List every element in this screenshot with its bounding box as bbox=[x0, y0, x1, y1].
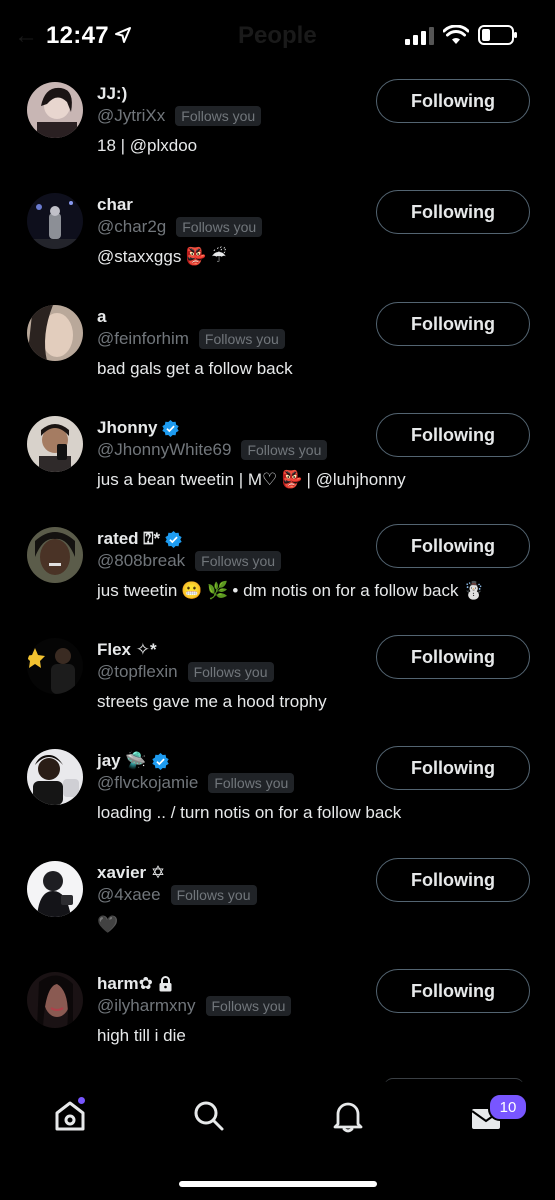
display-name[interactable]: xavier ✡ bbox=[97, 863, 165, 883]
location-arrow-icon bbox=[115, 27, 131, 43]
bio: jus tweetin 😬 🌿 • dm notis on for a follow… bbox=[97, 581, 485, 600]
bell-icon bbox=[333, 1102, 363, 1133]
follows-you-badge: Follows you bbox=[205, 996, 292, 1016]
following-button[interactable]: Following bbox=[376, 524, 530, 568]
follows-you-badge: Follows you bbox=[187, 662, 274, 682]
follows-you-badge: Follows you bbox=[176, 217, 263, 237]
list-item[interactable]: xavier ✡ @4xaee Follows you 🖤 Following bbox=[0, 858, 555, 972]
bio: high till i die bbox=[97, 1026, 186, 1045]
following-button[interactable]: Following bbox=[376, 413, 530, 457]
following-button[interactable]: Following bbox=[376, 635, 530, 679]
clock: 12:47 bbox=[46, 22, 109, 49]
following-button[interactable]: Following bbox=[376, 746, 530, 790]
tab-home[interactable] bbox=[50, 1096, 90, 1136]
handle[interactable]: @ilyharmxny Follows you bbox=[97, 996, 292, 1016]
bio-emoji: 😬 🌿 bbox=[181, 581, 229, 600]
list-item[interactable]: jay 🛸 @flvckojamie Follows you loading ..… bbox=[0, 746, 555, 860]
following-button[interactable]: Following bbox=[376, 858, 530, 902]
display-name[interactable]: Jhonny bbox=[97, 418, 180, 438]
avatar[interactable] bbox=[27, 861, 83, 917]
avatar[interactable] bbox=[27, 972, 83, 1028]
tab-notifications[interactable] bbox=[328, 1096, 368, 1136]
bio: streets gave me a hood trophy bbox=[97, 692, 327, 711]
tab-search[interactable] bbox=[189, 1096, 229, 1136]
verified-badge-icon bbox=[162, 419, 180, 437]
following-button[interactable]: Following bbox=[376, 969, 530, 1013]
avatar[interactable] bbox=[27, 82, 83, 138]
display-name[interactable]: char bbox=[97, 195, 133, 215]
wifi-icon bbox=[443, 25, 469, 44]
avatar[interactable] bbox=[27, 305, 83, 361]
bio: loading .. / turn notis on for a follow … bbox=[97, 803, 402, 822]
list-item[interactable]: Flex ✧* @topflexin Follows you streets ga… bbox=[0, 635, 555, 749]
bio-emoji: 👺 ☔ bbox=[185, 247, 227, 266]
cellular-signal-icon bbox=[405, 27, 434, 45]
list-item[interactable]: char @char2g Follows you @staxxggs 👺 ☔ Fol… bbox=[0, 190, 555, 304]
follows-you-badge: Follows you bbox=[195, 551, 282, 571]
display-name[interactable]: harm✿ bbox=[97, 974, 173, 994]
follows-you-badge: Follows you bbox=[241, 440, 328, 460]
display-name[interactable]: jay 🛸 bbox=[97, 751, 169, 771]
handle[interactable]: @topflexin Follows you bbox=[97, 662, 274, 682]
home-icon bbox=[55, 1101, 85, 1131]
back-arrow-icon[interactable]: ← bbox=[14, 22, 38, 50]
follows-you-badge: Follows you bbox=[208, 773, 295, 793]
display-name[interactable]: a bbox=[97, 307, 106, 327]
verified-badge-icon bbox=[165, 530, 182, 548]
list-item[interactable]: JJ:) @JytriXx Follows you 18 | @plxdoo Fo… bbox=[0, 79, 555, 193]
following-button[interactable]: Following bbox=[376, 79, 530, 123]
handle[interactable]: @flvckojamie Follows you bbox=[97, 773, 295, 793]
display-name[interactable]: JJ:) bbox=[97, 84, 127, 104]
handle[interactable]: @JhonnyWhite69 Follows you bbox=[97, 440, 328, 460]
page-title: People bbox=[238, 22, 317, 49]
bio: 18 | @plxdoo bbox=[97, 136, 198, 155]
list-item[interactable]: a @feinforhim Follows you bad gals get a … bbox=[0, 302, 555, 416]
home-notification-dot bbox=[78, 1097, 85, 1104]
follows-you-badge: Follows you bbox=[170, 885, 257, 905]
messages-count-badge: 10 bbox=[488, 1093, 528, 1121]
bio: jus a bean tweetin | M♡ 👺 | @luhjhonny bbox=[97, 470, 406, 489]
list-item[interactable]: harm✿ @ilyharmxny Follows you high till i… bbox=[0, 969, 555, 1083]
avatar[interactable] bbox=[27, 193, 83, 249]
list-item[interactable]: rated ⍰* @808break Follows you jus tweeti… bbox=[0, 524, 555, 638]
list-item[interactable]: Jhonny @JhonnyWhite69 Follows you jus a b… bbox=[0, 413, 555, 527]
handle[interactable]: @feinforhim Follows you bbox=[97, 329, 285, 349]
bio: @staxxggs 👺 ☔ bbox=[97, 247, 227, 266]
avatar[interactable] bbox=[27, 527, 83, 583]
handle[interactable]: @808break Follows you bbox=[97, 551, 282, 571]
handle[interactable]: @JytriXx Follows you bbox=[97, 106, 262, 126]
home-indicator[interactable] bbox=[179, 1181, 377, 1187]
handle[interactable]: @char2g Follows you bbox=[97, 217, 263, 237]
status-bar: ← People 12:47 bbox=[0, 0, 555, 70]
search-icon bbox=[194, 1101, 224, 1131]
bio: 🖤 bbox=[97, 915, 119, 934]
following-button[interactable]: Following bbox=[376, 190, 530, 234]
follows-you-badge: Follows you bbox=[198, 329, 285, 349]
display-name[interactable]: rated ⍰* bbox=[97, 529, 182, 549]
display-name[interactable]: Flex ✧* bbox=[97, 640, 157, 660]
verified-badge-icon bbox=[151, 752, 169, 770]
bio: bad gals get a follow back bbox=[97, 359, 293, 378]
follows-you-badge: Follows you bbox=[175, 106, 262, 126]
following-button[interactable]: Following bbox=[376, 302, 530, 346]
avatar[interactable] bbox=[27, 638, 83, 694]
handle[interactable]: @4xaee Follows you bbox=[97, 885, 257, 905]
avatar[interactable] bbox=[27, 416, 83, 472]
battery-icon bbox=[478, 25, 517, 45]
avatar[interactable] bbox=[27, 749, 83, 805]
lock-icon bbox=[159, 976, 172, 992]
bio-emoji: 👺 bbox=[281, 470, 303, 489]
